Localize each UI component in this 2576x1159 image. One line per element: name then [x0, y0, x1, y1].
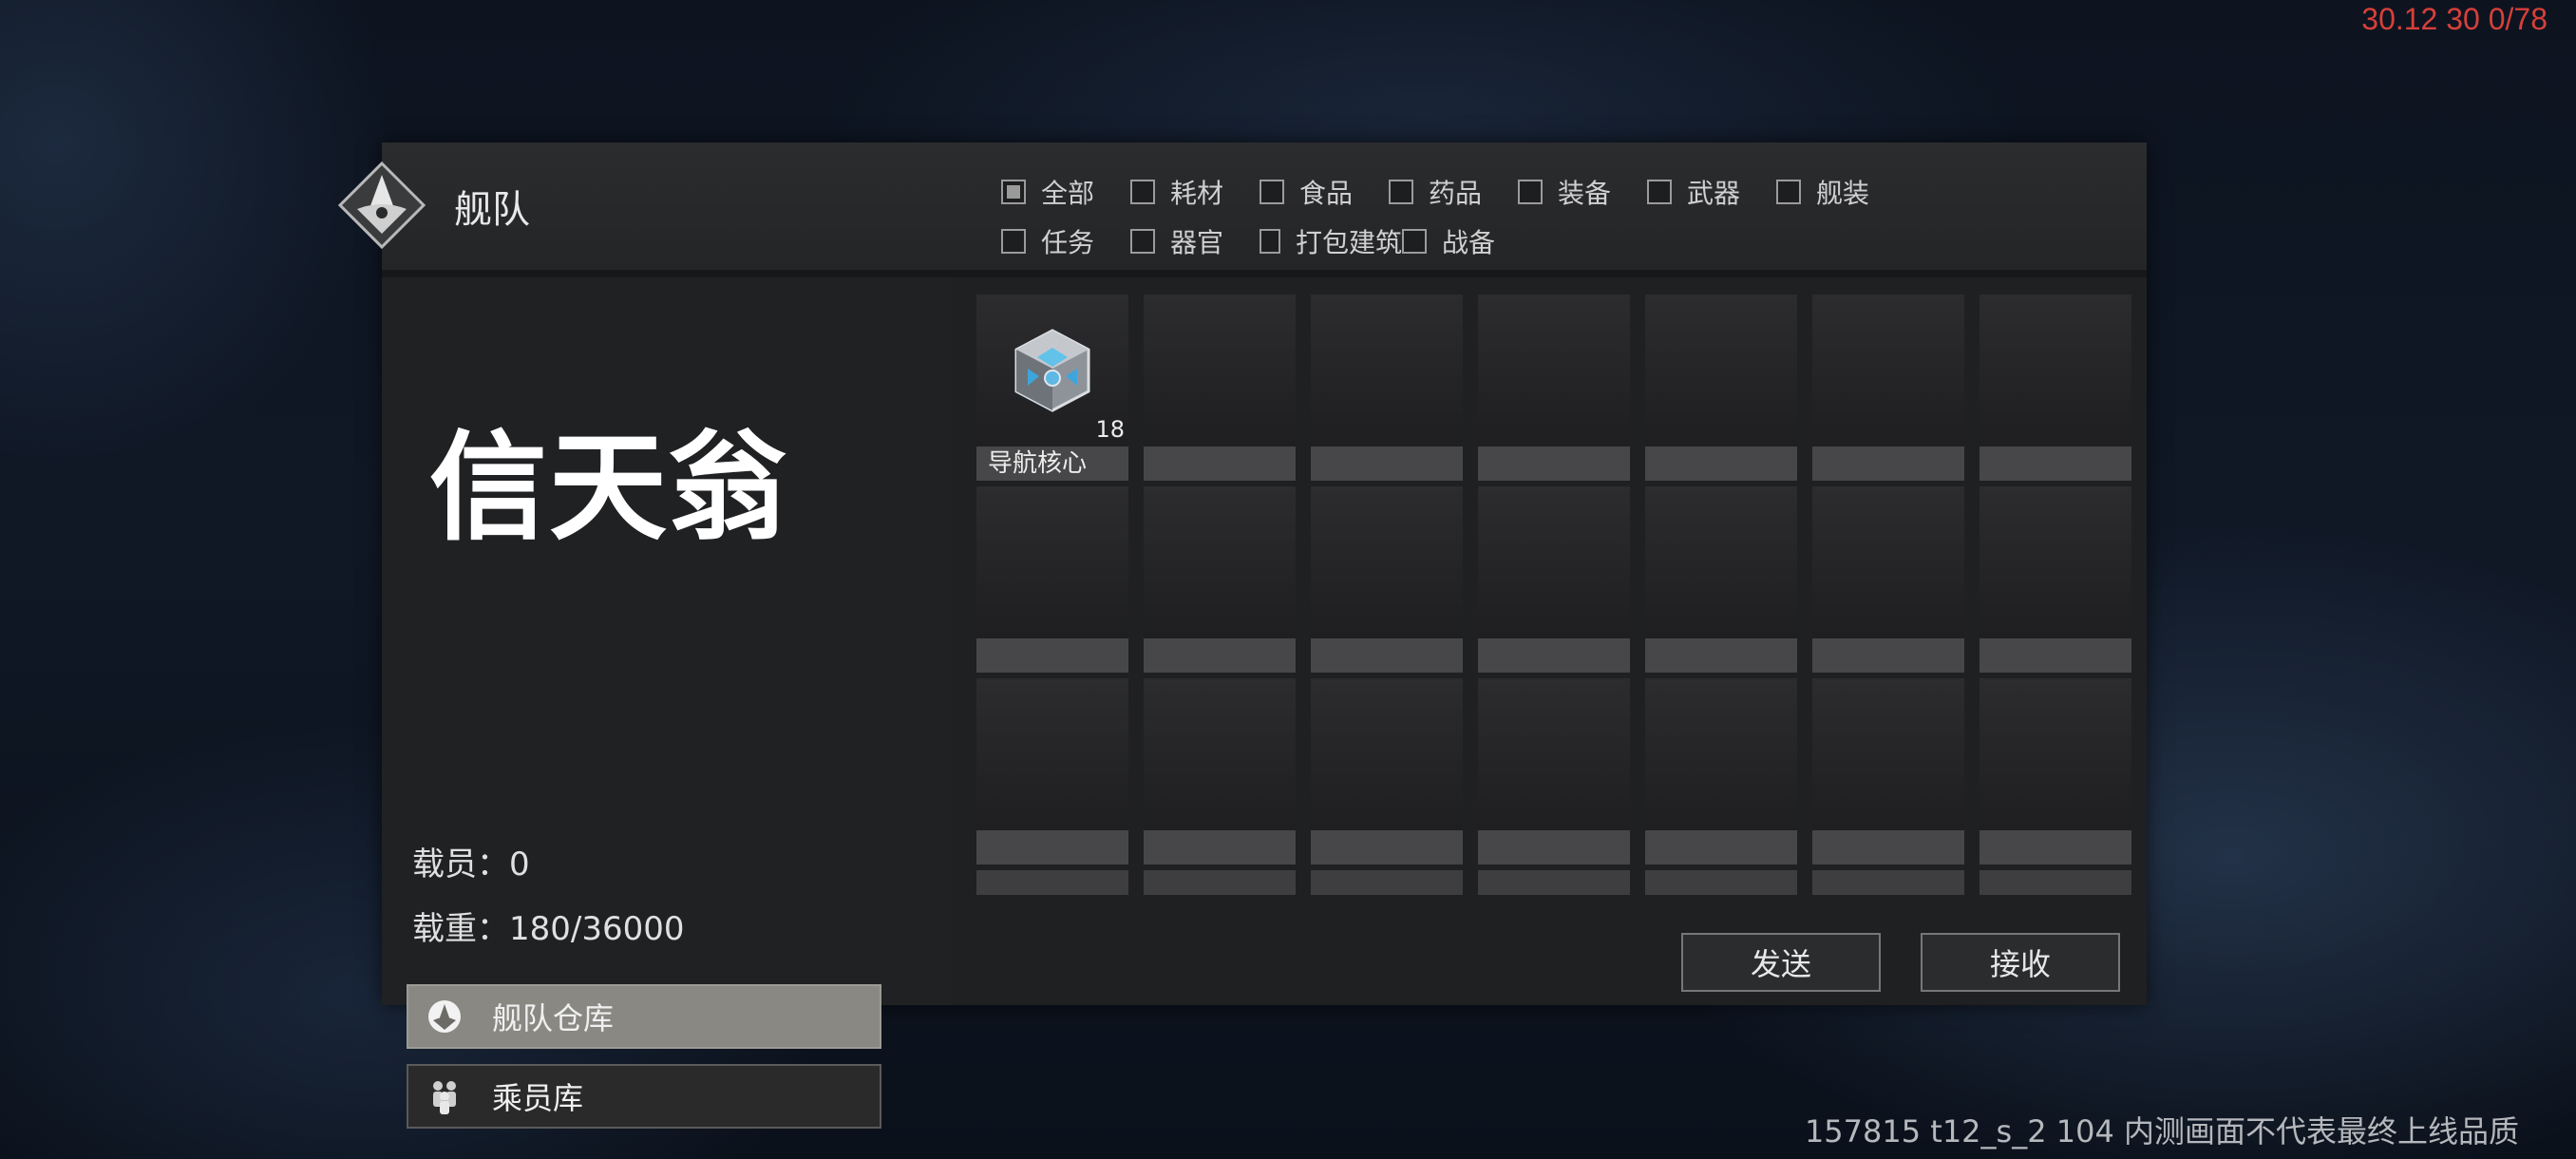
slot-label-bar	[1144, 830, 1296, 864]
slot-label-bar	[1478, 638, 1630, 673]
slot-label-bar	[976, 830, 1128, 864]
crew-icon	[433, 1081, 456, 1114]
fleet-logo-icon	[338, 162, 426, 249]
checkbox[interactable]	[1130, 180, 1155, 204]
inventory-slot[interactable]	[1645, 486, 1797, 673]
category-filters: 全部 耗材 食品 药品 装备 武器 舰装 任务 器官 打包建筑 战备	[1001, 167, 1905, 266]
slot-label-bar	[1144, 446, 1296, 481]
slot-label-bar	[1478, 830, 1630, 864]
inventory-slot[interactable]	[1144, 294, 1296, 481]
fps-counter: 30.12 30 0/78	[2361, 2, 2548, 36]
crew-storage-button[interactable]: 乘员库	[407, 1064, 881, 1129]
checkbox[interactable]	[1776, 180, 1801, 204]
filter-combat-supplies[interactable]: 战备	[1402, 217, 1531, 266]
slot-label-bar	[1979, 638, 2131, 673]
item-count: 18	[1095, 416, 1125, 443]
slot-label-bar	[1979, 446, 2131, 481]
inventory-slot-partial[interactable]	[1645, 870, 1797, 895]
inventory-slot[interactable]	[1478, 294, 1630, 481]
inventory-slot-partial[interactable]	[1144, 870, 1296, 895]
dialog-header: 舰队 全部 耗材 食品 药品 装备 武器 舰装 任务 器官 打包建筑 战备	[338, 142, 2147, 277]
slot-label-bar	[976, 638, 1128, 673]
filter-organs[interactable]: 器官	[1130, 217, 1260, 266]
checkbox[interactable]	[1130, 229, 1155, 254]
inventory-slot[interactable]	[1979, 678, 2131, 864]
slot-label-bar	[1812, 638, 1964, 673]
ship-name: 信天翁	[429, 420, 789, 557]
inventory-slot-partial[interactable]	[1478, 870, 1630, 895]
slot-label-bar	[1144, 638, 1296, 673]
filter-food[interactable]: 食品	[1260, 167, 1389, 217]
slot-label-bar	[1645, 830, 1797, 864]
filter-equipment[interactable]: 装备	[1518, 167, 1647, 217]
inventory-slot[interactable]	[1311, 294, 1463, 481]
inventory-slot[interactable]	[1645, 678, 1797, 864]
slot-label-bar	[1979, 830, 2131, 864]
watermark-text: 157815 t12_s_2 104 内测画面不代表最终上线品质	[1804, 1113, 2519, 1150]
inventory-slot[interactable]	[1979, 294, 2131, 481]
fleet-storage-icon	[428, 1000, 461, 1033]
inventory-slot[interactable]	[976, 486, 1128, 673]
crystal-core-icon	[1014, 329, 1090, 412]
checkbox[interactable]	[1260, 229, 1280, 254]
checkbox[interactable]	[1518, 180, 1543, 204]
inventory-slot-partial[interactable]	[1311, 870, 1463, 895]
filter-consumables[interactable]: 耗材	[1130, 167, 1260, 217]
dialog-title: 舰队	[454, 188, 530, 232]
filter-all[interactable]: 全部	[1001, 167, 1130, 217]
inventory-slot[interactable]	[1311, 486, 1463, 673]
item-name: 导航核心	[988, 449, 1088, 478]
inventory-slot[interactable]	[1144, 486, 1296, 673]
send-button[interactable]: 发送	[1681, 933, 1881, 992]
fleet-dialog: 舰队 全部 耗材 食品 药品 装备 武器 舰装 任务 器官 打包建筑 战备 信天…	[338, 142, 2147, 1129]
inventory-slot[interactable]	[1478, 486, 1630, 673]
checkbox[interactable]	[1001, 229, 1026, 254]
slot-label-bar	[1645, 446, 1797, 481]
inventory-slot-partial[interactable]	[1979, 870, 2131, 895]
checkbox-checked[interactable]	[1001, 180, 1026, 204]
slot-label-bar	[1478, 446, 1630, 481]
inventory-slot-filled[interactable]: 18 导航核心	[976, 294, 1128, 481]
inventory-slot[interactable]	[1478, 678, 1630, 864]
filter-row-1: 全部 耗材 食品 药品 装备 武器 舰装	[1001, 167, 1905, 217]
slot-label-bar	[1812, 830, 1964, 864]
inventory-slot[interactable]	[976, 678, 1128, 864]
cargo-load: 载重：180/36000	[412, 910, 685, 948]
checkbox[interactable]	[1389, 180, 1413, 204]
inventory-slot-partial[interactable]	[1812, 870, 1964, 895]
slot-label-bar	[1311, 446, 1463, 481]
filter-weapons[interactable]: 武器	[1647, 167, 1776, 217]
filter-row-2: 任务 器官 打包建筑 战备	[1001, 217, 1905, 266]
slot-label-bar	[1645, 638, 1797, 673]
checkbox[interactable]	[1647, 180, 1672, 204]
filter-ship-parts[interactable]: 舰装	[1776, 167, 1905, 217]
slot-label-bar	[1812, 446, 1964, 481]
slot-label-bar	[1311, 638, 1463, 673]
slot-label-bar	[1311, 830, 1463, 864]
filter-quest[interactable]: 任务	[1001, 217, 1130, 266]
crew-count: 载员：0	[412, 846, 530, 884]
inventory-slot[interactable]	[1311, 678, 1463, 864]
inventory-slot[interactable]	[1812, 294, 1964, 481]
inventory-slot-partial[interactable]	[976, 870, 1128, 895]
inventory-slot[interactable]	[1812, 486, 1964, 673]
filter-packed-buildings[interactable]: 打包建筑	[1260, 217, 1402, 266]
checkbox[interactable]	[1402, 229, 1427, 254]
inventory-slot[interactable]	[1979, 486, 2131, 673]
inventory-slot[interactable]	[1812, 678, 1964, 864]
checkbox[interactable]	[1260, 180, 1284, 204]
ship-info-panel: 信天翁 载员：0 载重：180/36000 舰队仓库 乘员库	[382, 277, 952, 1129]
fleet-storage-button[interactable]: 舰队仓库	[407, 984, 881, 1049]
inventory-slot[interactable]	[1645, 294, 1797, 481]
filter-medicine[interactable]: 药品	[1389, 167, 1518, 217]
receive-button[interactable]: 接收	[1921, 933, 2120, 992]
inventory-slot[interactable]	[1144, 678, 1296, 864]
